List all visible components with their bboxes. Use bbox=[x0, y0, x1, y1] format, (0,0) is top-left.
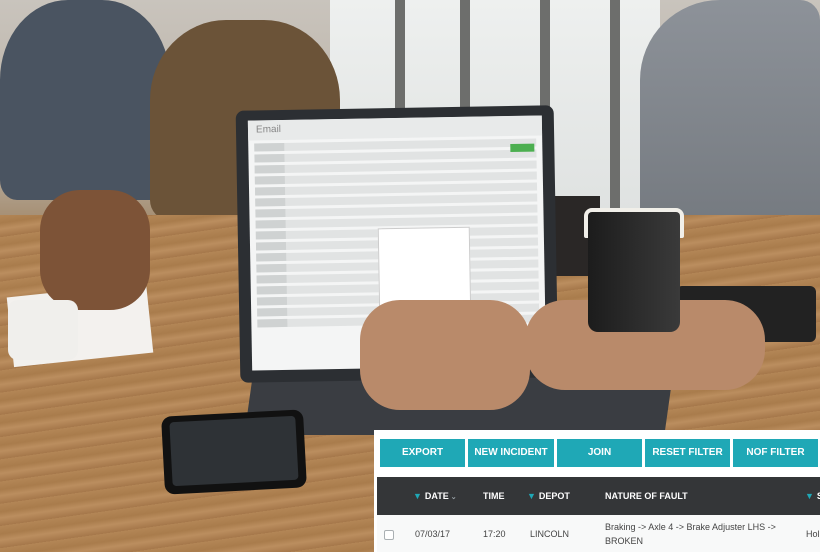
window-frame bbox=[610, 0, 620, 210]
table-row[interactable]: 07/03/17 17:20 LINCOLN Braking -> Axle 4… bbox=[377, 515, 820, 552]
column-header-date[interactable]: ▼ DATE ⌄ bbox=[413, 477, 457, 515]
smartphone bbox=[161, 409, 307, 495]
filter-icon[interactable]: ▼ bbox=[805, 491, 814, 501]
screen-app-title: Email bbox=[247, 115, 543, 141]
cell-fault-line1: Braking -> Axle 4 -> Brake Adjuster LHS … bbox=[605, 522, 776, 532]
nof-filter-button[interactable]: NOF FILTER bbox=[733, 439, 818, 467]
column-header-fault-label: NATURE OF FAULT bbox=[605, 491, 688, 501]
cell-date: 07/03/17 bbox=[415, 529, 451, 539]
hand-typing-left bbox=[360, 300, 530, 410]
smartphone-screen bbox=[169, 415, 299, 487]
column-header-depot[interactable]: ▼ DEPOT bbox=[527, 477, 570, 515]
coffee-cup bbox=[588, 212, 680, 332]
reset-filter-button[interactable]: RESET FILTER bbox=[645, 439, 730, 467]
cell-time: 17:20 bbox=[483, 529, 506, 539]
join-button[interactable]: JOIN bbox=[557, 439, 642, 467]
column-header-time-label: TIME bbox=[483, 491, 505, 501]
cell-depot: LINCOLN bbox=[530, 529, 570, 539]
new-incident-button[interactable]: NEW INCIDENT bbox=[468, 439, 554, 467]
filter-icon[interactable]: ▼ bbox=[413, 491, 422, 501]
cell-fault-line2: BROKEN bbox=[605, 536, 644, 546]
table-header: ▼ DATE ⌄ TIME ▼ DEPOT NATURE OF FAULT ▼ S bbox=[377, 477, 820, 515]
column-header-depot-label: DEPOT bbox=[538, 491, 570, 501]
person-left bbox=[0, 0, 170, 200]
filter-icon[interactable]: ▼ bbox=[527, 491, 536, 501]
column-header-date-label: DATE bbox=[424, 491, 449, 501]
column-header-nature-of-fault[interactable]: NATURE OF FAULT bbox=[605, 477, 688, 515]
export-button[interactable]: EXPORT bbox=[380, 439, 465, 467]
column-header-status[interactable]: ▼ S bbox=[805, 477, 820, 515]
row-checkbox[interactable] bbox=[384, 530, 394, 540]
column-header-time[interactable]: TIME bbox=[483, 477, 505, 515]
screen-compose-button bbox=[510, 143, 535, 153]
cell-status: Hol bbox=[806, 529, 820, 539]
incident-panel: EXPORT NEW INCIDENT JOIN RESET FILTER NO… bbox=[374, 430, 820, 552]
hand-left bbox=[40, 190, 150, 310]
sort-icon[interactable]: ⌄ bbox=[451, 494, 457, 501]
sleeve bbox=[8, 300, 78, 360]
